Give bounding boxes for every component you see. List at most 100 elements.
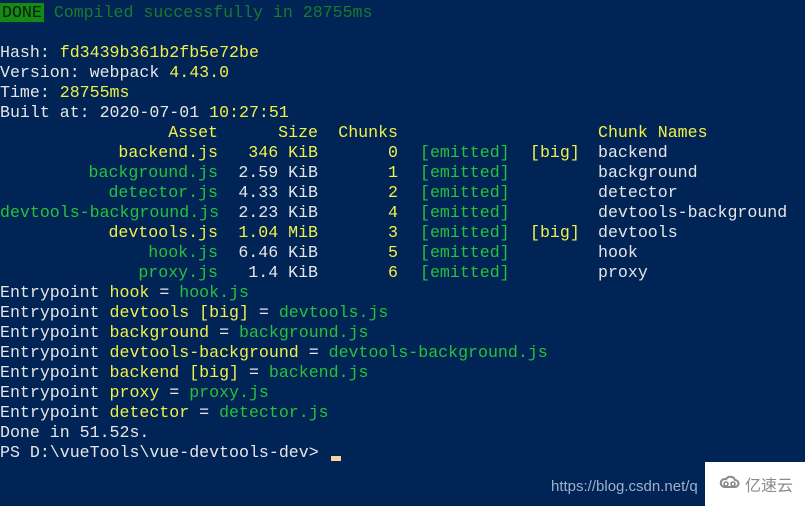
version-value: 4.43.0 <box>169 63 230 82</box>
asset-name: background.js <box>88 163 218 182</box>
entrypoint-equals: = <box>149 283 180 302</box>
asset-chunks: 4 <box>388 203 398 222</box>
asset-chunks: 5 <box>388 243 398 262</box>
big-flag: [big] <box>530 223 580 242</box>
emitted-flag: [emitted] <box>420 143 510 162</box>
hash-value: fd3439b361b2fb5e72be <box>59 43 259 62</box>
asset-size: 1.4 KiB <box>248 263 318 282</box>
prompt: PS D:\vueTools\vue-devtools-dev> <box>0 443 319 462</box>
asset-chunks: 2 <box>388 183 398 202</box>
entrypoint-label: Entrypoint <box>0 403 110 422</box>
compile-message: Compiled successfully in 28755ms <box>53 3 373 22</box>
asset-name: devtools-background.js <box>0 203 220 222</box>
entrypoint-name: devtools <box>109 303 190 322</box>
asset-row: devtools-background.js 2.23 KiB 4 [emitted]… <box>0 203 805 223</box>
entrypoint-name: proxy <box>109 383 160 402</box>
entrypoint-equals: = <box>248 303 279 322</box>
chunk-name: detector <box>598 183 678 202</box>
asset-row: detector.js 4.33 KiB 2 [emitted] detector <box>0 183 805 203</box>
entrypoint-label: Entrypoint <box>0 303 110 322</box>
chunk-name: background <box>598 163 698 182</box>
asset-name: devtools.js <box>108 223 218 242</box>
entrypoint-equals: = <box>209 323 240 342</box>
emitted-flag: [emitted] <box>420 203 510 222</box>
entrypoint-big: [big] <box>189 303 249 322</box>
asset-chunks: 3 <box>388 223 398 242</box>
entrypoint-file: detector.js <box>219 403 329 422</box>
emitted-flag: [emitted] <box>420 263 510 282</box>
asset-row: hook.js 6.46 KiB 5 [emitted] hook <box>0 243 805 263</box>
entrypoint-equals: = <box>239 363 269 382</box>
entrypoint-file: proxy.js <box>189 383 269 402</box>
entrypoint-name: devtools-background <box>109 343 299 362</box>
asset-chunks: 0 <box>388 143 398 162</box>
version-line: Version: webpack 4.43.0 <box>0 63 230 82</box>
asset-size: 1.04 MiB <box>238 223 318 242</box>
time-value: 28755ms <box>59 83 130 102</box>
asset-name: hook.js <box>148 243 218 262</box>
entrypoint-equals: = <box>189 403 220 422</box>
chunk-name: proxy <box>598 263 648 282</box>
chunk-name: devtools-background <box>598 203 788 222</box>
entrypoint-file: background.js <box>239 323 369 342</box>
entrypoint-name: backend <box>109 363 180 382</box>
entrypoint-big: [big] <box>179 363 240 382</box>
time-line: Time: 28755ms <box>0 83 130 102</box>
hash-line: Hash: fd3439b361b2fb5e72be <box>0 43 259 62</box>
entrypoint-file: devtools-background.js <box>328 343 548 362</box>
big-flag: [big] <box>530 143 580 162</box>
emitted-flag: [emitted] <box>420 223 510 242</box>
chunk-name: devtools <box>598 223 678 242</box>
entrypoint-equals: = <box>298 343 329 362</box>
asset-name: backend.js <box>118 143 218 162</box>
asset-row: background.js 2.59 KiB 1 [emitted] backgroun… <box>0 163 805 183</box>
done-line: Done in 51.52s. <box>0 423 150 442</box>
entrypoint-name: background <box>109 323 210 342</box>
chunk-name: hook <box>598 243 638 262</box>
asset-row: proxy.js 1.4 KiB 6 [emitted] proxy <box>0 263 805 283</box>
entrypoint-name: detector <box>109 403 190 422</box>
cloud-logo-icon <box>719 474 741 494</box>
entrypoint-line: Entrypoint detector = detector.js <box>0 403 805 423</box>
header-asset: Asset <box>168 123 218 142</box>
entrypoint-label: Entrypoint <box>0 343 110 362</box>
cursor <box>330 456 341 461</box>
entrypoint-file: devtools.js <box>278 303 389 322</box>
asset-name: detector.js <box>108 183 218 202</box>
emitted-flag: [emitted] <box>420 243 510 262</box>
prompt-line[interactable]: PS D:\vueTools\vue-devtools-dev> <box>0 443 805 463</box>
asset-size: 4.33 KiB <box>238 183 318 202</box>
entrypoint-line: Entrypoint proxy = proxy.js <box>0 383 805 403</box>
asset-chunks: 6 <box>388 263 398 282</box>
entrypoint-label: Entrypoint <box>0 323 110 342</box>
entrypoint-name: hook <box>109 283 150 302</box>
table-header: Asset Size Chunks Chunk Names <box>0 123 805 143</box>
entrypoint-line: Entrypoint devtools-background = devtool… <box>0 343 805 363</box>
watermark-url: https://blog.csdn.net/q <box>551 478 698 495</box>
watermark-brand: 亿速云 <box>745 476 794 495</box>
entrypoint-label: Entrypoint <box>0 383 110 402</box>
header-chunks: Chunks <box>338 123 398 142</box>
entrypoint-file: backend.js <box>268 363 369 382</box>
entrypoint-file: hook.js <box>179 283 249 302</box>
header-chunk-names: Chunk Names <box>598 123 708 142</box>
entrypoint-equals: = <box>159 383 190 402</box>
status-line: DONE Compiled successfully in 28755ms <box>0 3 805 23</box>
entrypoint-line: Entrypoint hook = hook.js <box>0 283 805 303</box>
watermark-logo: 亿速云 <box>705 462 805 506</box>
header-size: Size <box>278 123 318 142</box>
entrypoint-label: Entrypoint <box>0 283 110 302</box>
asset-chunks: 1 <box>388 163 398 182</box>
entrypoint-label: Entrypoint <box>0 363 110 382</box>
built-time: 10:27:51 <box>209 103 289 122</box>
chunk-name: backend <box>598 143 668 162</box>
asset-size: 2.59 KiB <box>238 163 318 182</box>
entrypoint-line: Entrypoint backend [big] = backend.js <box>0 363 805 383</box>
built-line: Built at: 2020-07-01 10:27:51 <box>0 103 289 122</box>
asset-name: proxy.js <box>138 263 218 282</box>
asset-row: backend.js 346 KiB 0 [emitted] [big] backend <box>0 143 805 163</box>
asset-size: 2.23 KiB <box>238 203 318 222</box>
entrypoint-line: Entrypoint devtools [big] = devtools.js <box>0 303 805 323</box>
done-badge: DONE <box>0 3 44 22</box>
emitted-flag: [emitted] <box>420 163 510 182</box>
